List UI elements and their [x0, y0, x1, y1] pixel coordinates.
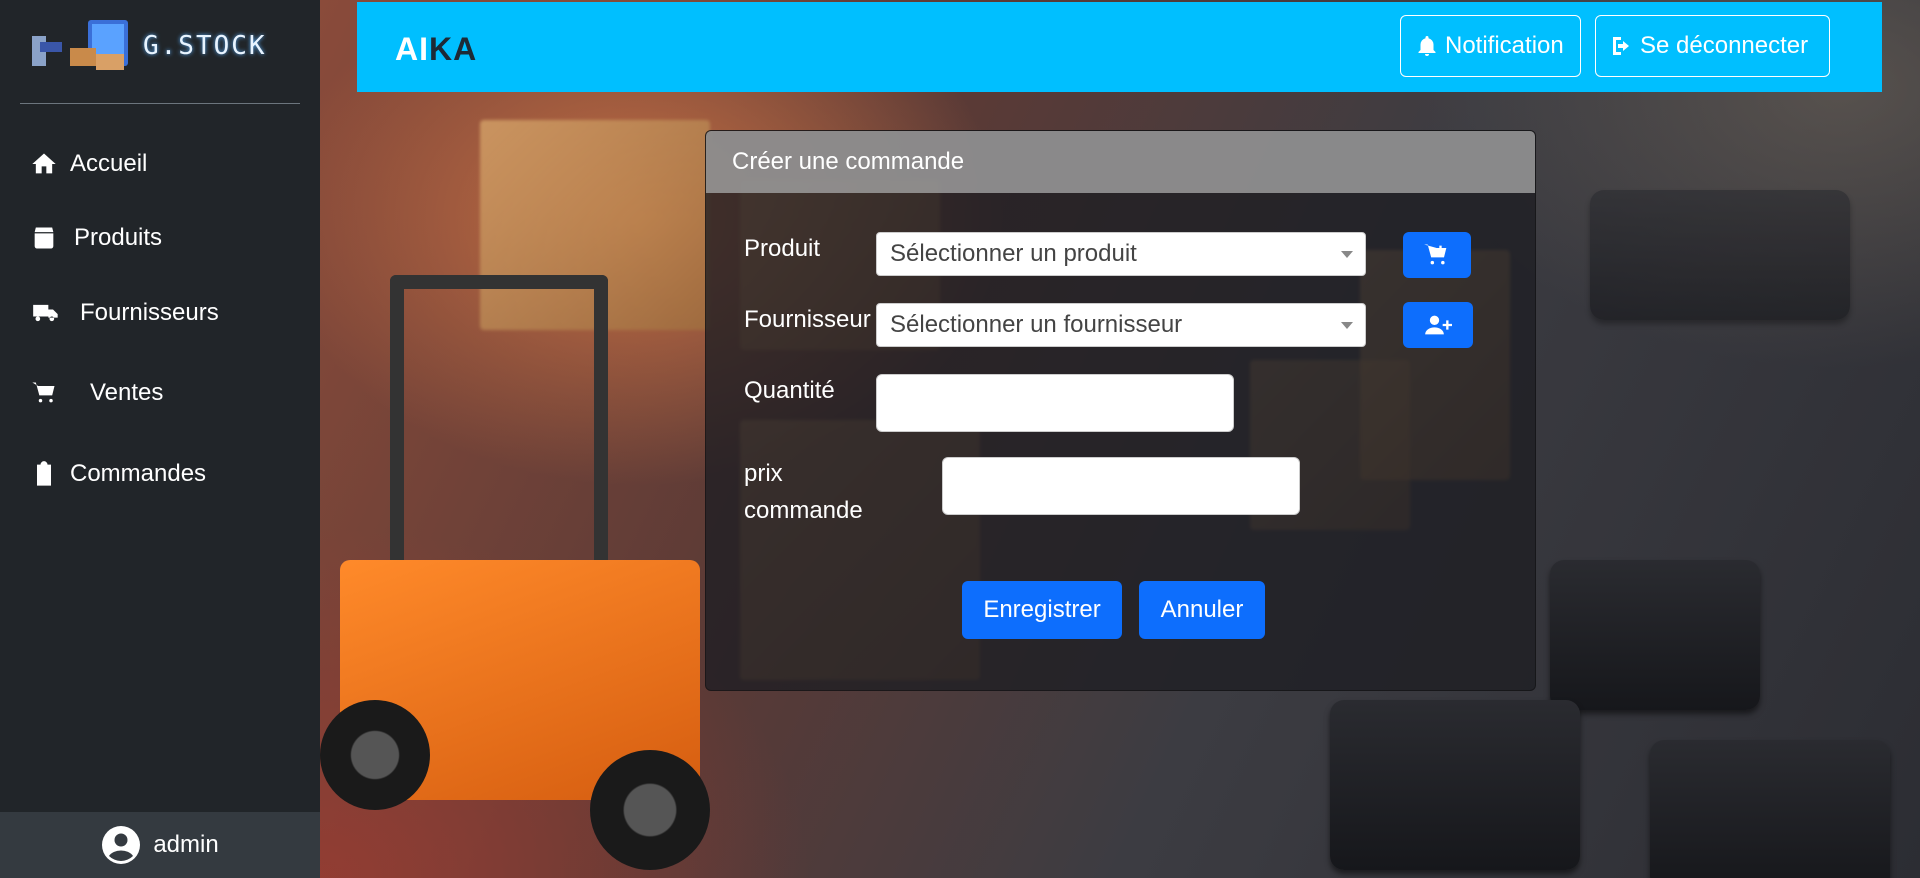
sidebar-item-ventes[interactable]: Ventes	[30, 379, 163, 407]
cancel-button[interactable]: Annuler	[1139, 581, 1265, 639]
sidebar-item-produits[interactable]: Produits	[30, 224, 162, 252]
create-order-card: Créer une commande Produit Sélectionner …	[705, 130, 1536, 691]
top-navbar: AIKA Notification Se déconnecter	[357, 2, 1882, 92]
notification-button[interactable]: Notification	[1400, 15, 1581, 77]
sidebar-item-label: Fournisseurs	[80, 299, 219, 326]
produit-select-value: Sélectionner un produit	[890, 240, 1137, 267]
sidebar-item-label: Produits	[74, 224, 163, 251]
produit-label: Produit	[744, 235, 821, 262]
cart-icon	[32, 382, 55, 403]
produit-select[interactable]: Sélectionner un produit	[876, 232, 1366, 276]
logout-label: Se déconnecter	[1640, 32, 1809, 59]
user-plus-icon	[1425, 315, 1452, 335]
logo-part2: KA	[429, 31, 478, 67]
clipboard-icon	[37, 461, 51, 486]
save-button[interactable]: Enregistrer	[962, 581, 1122, 639]
home-icon	[32, 153, 56, 174]
prix-label-line1: prix	[744, 460, 783, 487]
sidebar-divider	[20, 103, 300, 104]
user-name: admin	[153, 831, 219, 858]
add-product-button[interactable]	[1403, 232, 1471, 278]
prix-commande-input[interactable]	[942, 457, 1300, 515]
sidebar: G.STOCK Accueil Produits Fournisseurs Ve…	[0, 0, 320, 878]
sidebar-item-label: Accueil	[70, 150, 148, 177]
app-logo[interactable]: AIKA	[395, 31, 477, 68]
user-circle-icon	[102, 826, 141, 864]
sidebar-item-fournisseurs[interactable]: Fournisseurs	[30, 299, 219, 327]
quantite-input[interactable]	[876, 374, 1234, 432]
box-icon	[34, 227, 54, 249]
truck-icon	[33, 304, 58, 322]
user-profile[interactable]: admin	[0, 812, 320, 878]
logout-button[interactable]: Se déconnecter	[1595, 15, 1830, 77]
brand[interactable]: G.STOCK	[30, 18, 267, 74]
brand-logo	[30, 18, 135, 74]
fournisseur-label: Fournisseur	[744, 306, 871, 333]
sidebar-item-label: Commandes	[70, 460, 207, 487]
fournisseur-select-value: Sélectionner un fournisseur	[890, 311, 1183, 338]
quantite-label: Quantité	[744, 377, 835, 404]
fournisseur-select[interactable]: Sélectionner un fournisseur	[876, 303, 1366, 347]
prix-label-line2: commande	[744, 497, 863, 524]
sidebar-item-label: Ventes	[90, 379, 164, 406]
bell-icon	[1418, 36, 1436, 56]
chevron-down-icon	[1341, 251, 1353, 258]
chevron-down-icon	[1341, 322, 1353, 329]
cart-plus-icon	[1424, 244, 1447, 265]
notification-label: Notification	[1445, 32, 1564, 59]
brand-name: G.STOCK	[143, 31, 267, 61]
logo-part1: AI	[395, 31, 429, 67]
sign-out-icon	[1613, 37, 1629, 55]
card-title: Créer une commande	[706, 131, 1535, 193]
sidebar-item-commandes[interactable]: Commandes	[30, 460, 206, 488]
add-supplier-button[interactable]	[1403, 302, 1473, 348]
sidebar-item-accueil[interactable]: Accueil	[30, 150, 147, 178]
